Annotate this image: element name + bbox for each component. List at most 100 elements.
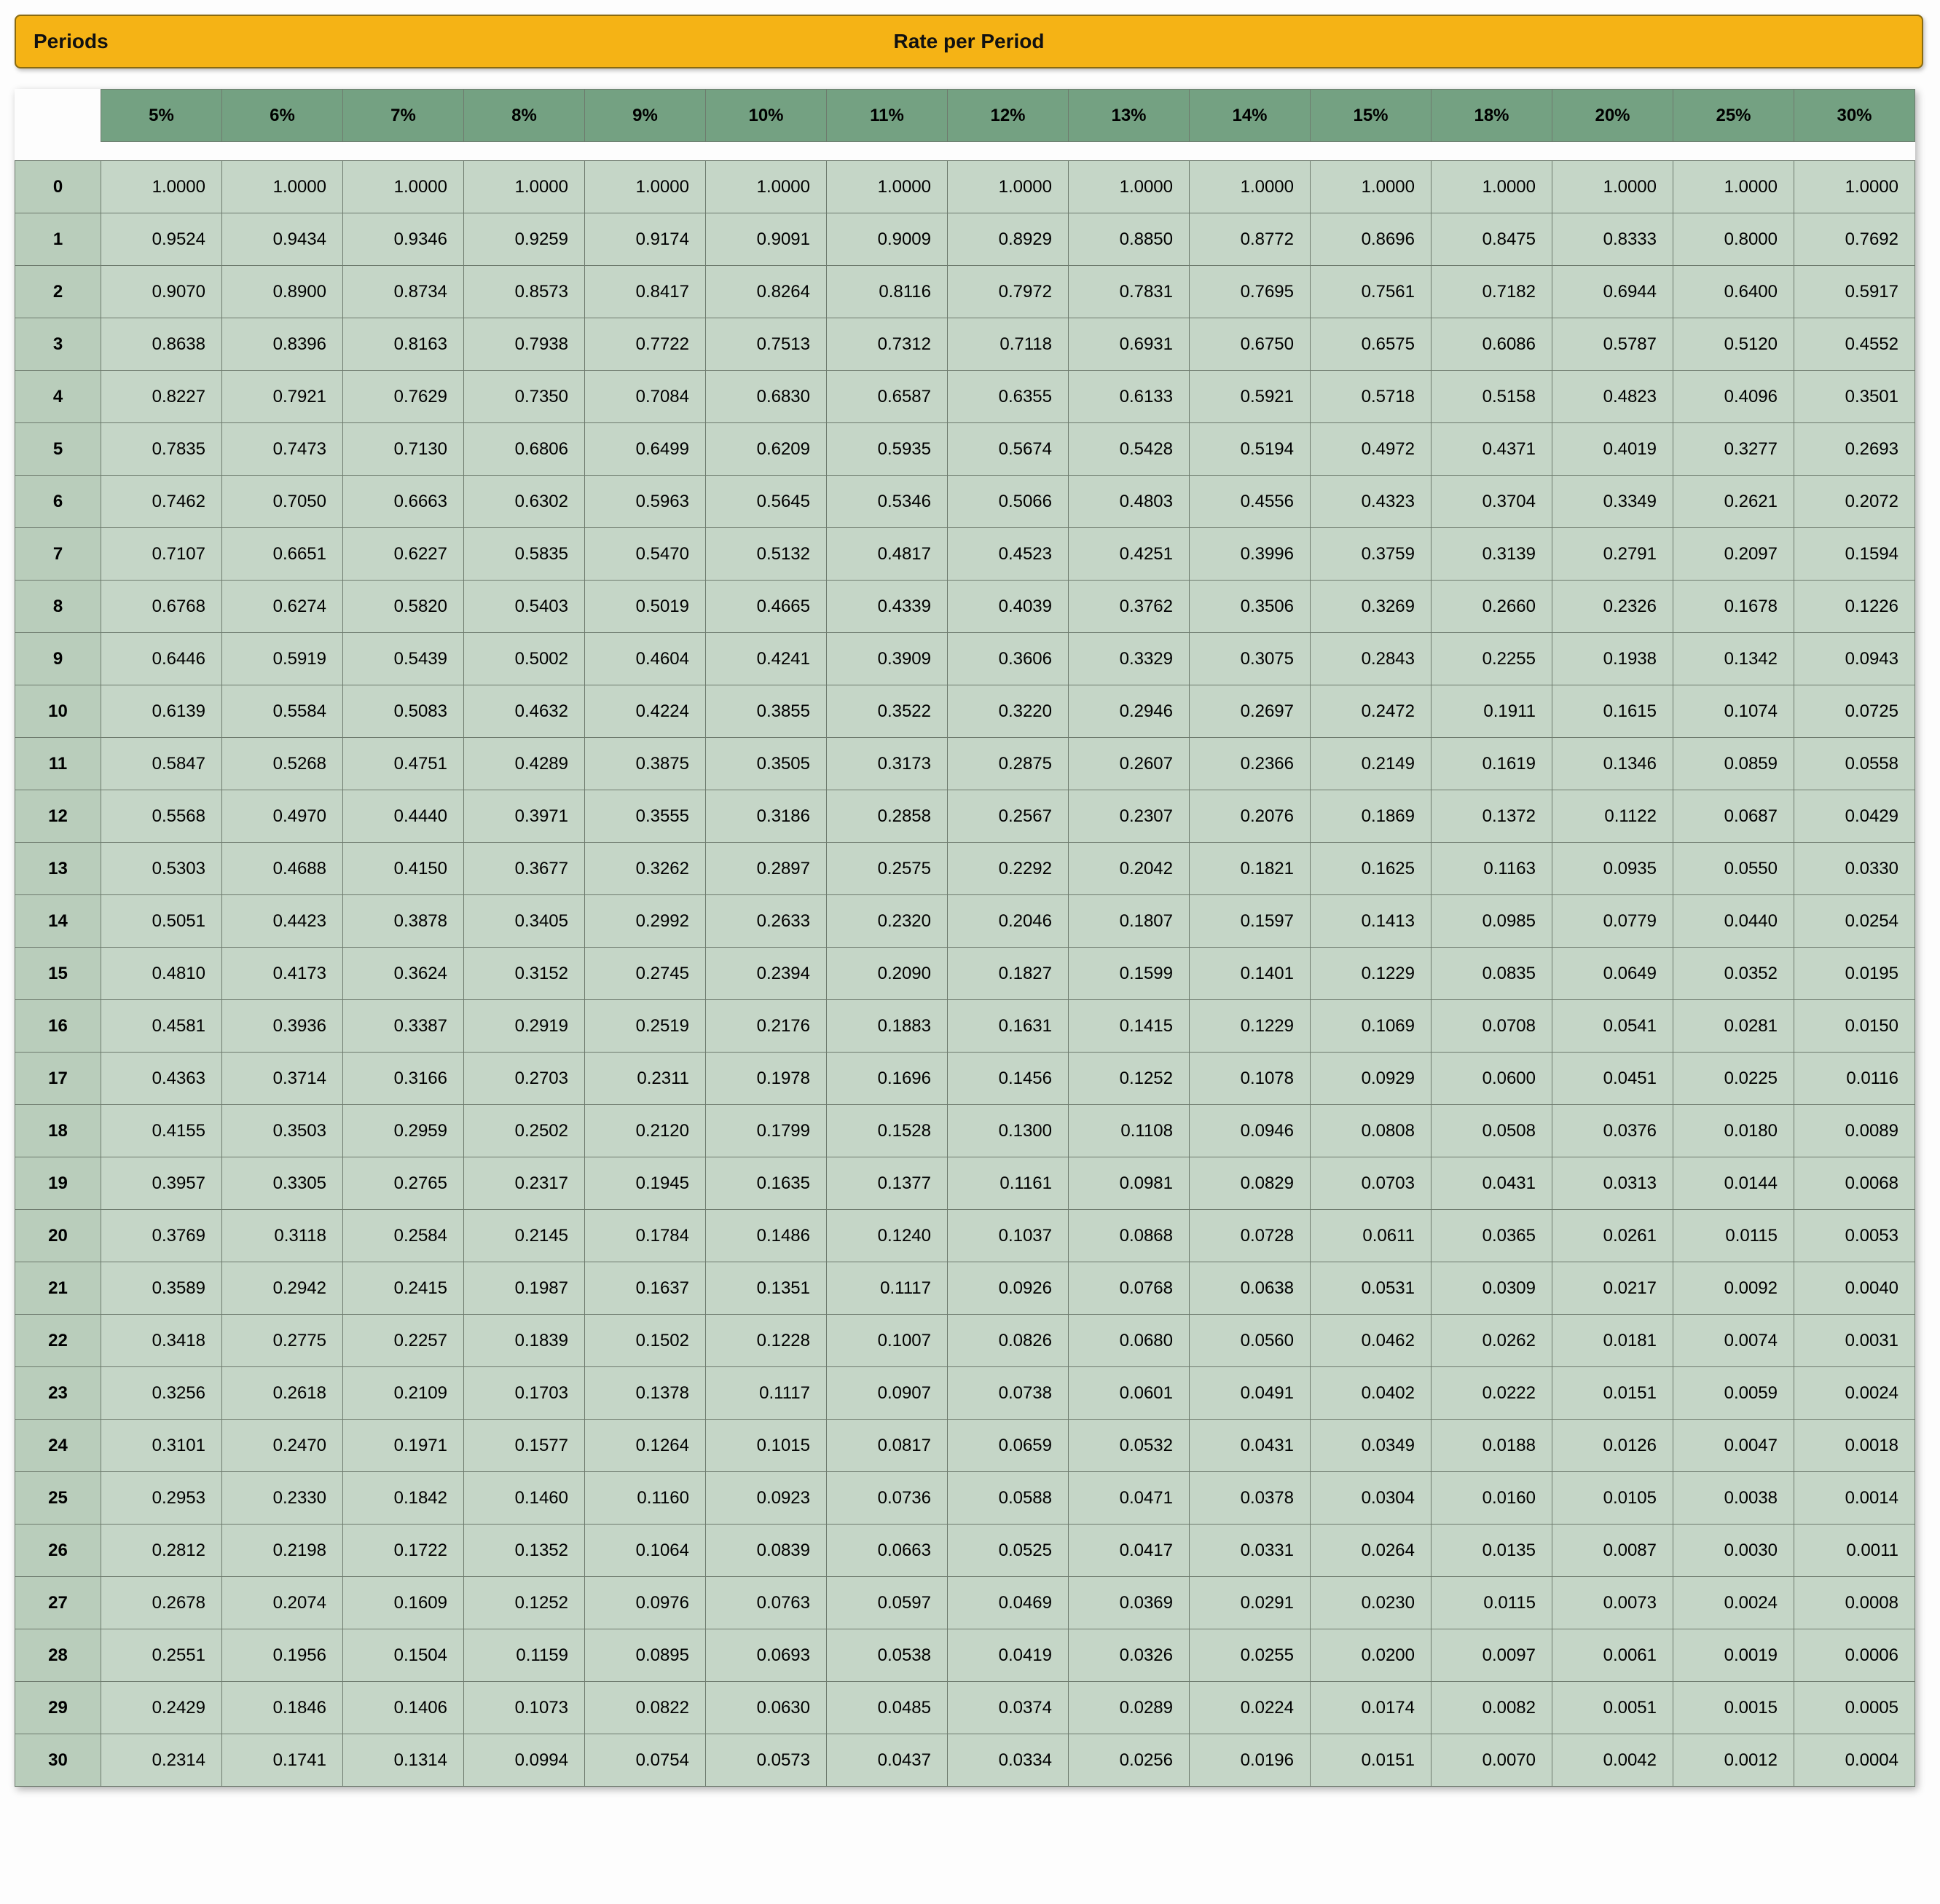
period-row-header: 20 <box>15 1210 101 1262</box>
table-cell: 0.2109 <box>343 1367 464 1420</box>
table-cell: 0.4688 <box>222 843 343 895</box>
table-cell: 0.0611 <box>1311 1210 1432 1262</box>
table-cell: 0.0051 <box>1552 1682 1673 1734</box>
table-cell: 0.0538 <box>827 1629 948 1682</box>
table-cell: 0.0451 <box>1552 1053 1673 1105</box>
table-cell: 0.5568 <box>101 790 222 843</box>
period-row-header: 17 <box>15 1053 101 1105</box>
table-cell: 0.8772 <box>1190 213 1311 266</box>
table-row: 70.71070.66510.62270.58350.54700.51320.4… <box>15 528 1915 581</box>
table-cell: 0.7118 <box>948 318 1069 371</box>
table-cell: 0.0073 <box>1552 1577 1673 1629</box>
table-cell: 0.6931 <box>1069 318 1190 371</box>
table-cell: 0.1599 <box>1069 948 1190 1000</box>
period-row-header: 3 <box>15 318 101 371</box>
table-cell: 0.4581 <box>101 1000 222 1053</box>
rate-column-header: 20% <box>1552 90 1673 142</box>
table-cell: 0.2875 <box>948 738 1069 790</box>
table-cell: 0.0334 <box>948 1734 1069 1787</box>
table-cell: 0.0440 <box>1673 895 1794 948</box>
table-cell: 0.1839 <box>464 1315 585 1367</box>
table-cell: 0.1987 <box>464 1262 585 1315</box>
table-cell: 0.1229 <box>1190 1000 1311 1053</box>
table-cell: 0.0374 <box>948 1682 1069 1734</box>
table-row: 60.74620.70500.66630.63020.59630.56450.5… <box>15 476 1915 528</box>
table-cell: 0.8573 <box>464 266 585 318</box>
table-cell: 0.0331 <box>1190 1525 1311 1577</box>
table-cell: 0.2791 <box>1552 528 1673 581</box>
table-row: 290.24290.18460.14060.10730.08220.06300.… <box>15 1682 1915 1734</box>
table-cell: 0.3957 <box>101 1157 222 1210</box>
table-cell: 0.5303 <box>101 843 222 895</box>
table-cell: 0.3118 <box>222 1210 343 1262</box>
table-cell: 0.1163 <box>1432 843 1552 895</box>
table-cell: 0.4817 <box>827 528 948 581</box>
rate-column-header: 10% <box>706 90 827 142</box>
period-row-header: 7 <box>15 528 101 581</box>
period-row-header: 2 <box>15 266 101 318</box>
table-cell: 0.0030 <box>1673 1525 1794 1577</box>
table-cell: 0.4970 <box>222 790 343 843</box>
table-cell: 0.1078 <box>1190 1053 1311 1105</box>
table-cell: 0.1074 <box>1673 685 1794 738</box>
table-cell: 0.2551 <box>101 1629 222 1682</box>
table-cell: 0.3704 <box>1432 476 1552 528</box>
table-cell: 0.1415 <box>1069 1000 1190 1053</box>
table-cell: 0.0736 <box>827 1472 948 1525</box>
table-cell: 0.5158 <box>1432 371 1552 423</box>
table-cell: 0.3875 <box>585 738 706 790</box>
table-cell: 0.0082 <box>1432 1682 1552 1734</box>
period-row-header: 15 <box>15 948 101 1000</box>
table-cell: 0.0264 <box>1311 1525 1432 1577</box>
table-cell: 0.1037 <box>948 1210 1069 1262</box>
table-cell: 0.6768 <box>101 581 222 633</box>
table-cell: 0.0053 <box>1794 1210 1915 1262</box>
table-cell: 0.6587 <box>827 371 948 423</box>
table-cell: 0.5120 <box>1673 318 1794 371</box>
table-cell: 0.4363 <box>101 1053 222 1105</box>
table-cell: 0.8900 <box>222 266 343 318</box>
table-cell: 0.2858 <box>827 790 948 843</box>
table-cell: 0.0174 <box>1311 1682 1432 1734</box>
table-cell: 0.5403 <box>464 581 585 633</box>
table-row: 150.48100.41730.36240.31520.27450.23940.… <box>15 948 1915 1000</box>
table-cell: 0.7695 <box>1190 266 1311 318</box>
table-cell: 0.5083 <box>343 685 464 738</box>
table-cell: 0.1597 <box>1190 895 1311 948</box>
table-cell: 0.4823 <box>1552 371 1673 423</box>
period-row-header: 16 <box>15 1000 101 1053</box>
table-cell: 0.0200 <box>1311 1629 1432 1682</box>
pv-factor-table: 5%6%7%8%9%10%11%12%13%14%15%18%20%25%30%… <box>15 89 1915 1787</box>
table-cell: 0.0693 <box>706 1629 827 1682</box>
table-cell: 0.3186 <box>706 790 827 843</box>
table-cell: 0.0429 <box>1794 790 1915 843</box>
table-cell: 0.9009 <box>827 213 948 266</box>
table-cell: 0.1372 <box>1432 790 1552 843</box>
table-cell: 0.4224 <box>585 685 706 738</box>
table-cell: 0.0431 <box>1432 1157 1552 1210</box>
table-cell: 0.0217 <box>1552 1262 1673 1315</box>
table-row: 230.32560.26180.21090.17030.13780.11170.… <box>15 1367 1915 1420</box>
table-cell: 0.2697 <box>1190 685 1311 738</box>
table-cell: 1.0000 <box>1432 161 1552 213</box>
table-cell: 0.2074 <box>222 1577 343 1629</box>
table-row: 270.26780.20740.16090.12520.09760.07630.… <box>15 1577 1915 1629</box>
table-cell: 0.2072 <box>1794 476 1915 528</box>
table-cell: 0.0151 <box>1311 1734 1432 1787</box>
table-cell: 0.4972 <box>1311 423 1432 476</box>
table-cell: 0.0330 <box>1794 843 1915 895</box>
table-cell: 0.0092 <box>1673 1262 1794 1315</box>
table-cell: 0.2292 <box>948 843 1069 895</box>
table-cell: 0.0195 <box>1794 948 1915 1000</box>
table-cell: 0.3878 <box>343 895 464 948</box>
table-cell: 0.0835 <box>1432 948 1552 1000</box>
table-cell: 0.3277 <box>1673 423 1794 476</box>
table-cell: 0.1064 <box>585 1525 706 1577</box>
table-cell: 0.1161 <box>948 1157 1069 1210</box>
rate-column-header: 11% <box>827 90 948 142</box>
table-row: 160.45810.39360.33870.29190.25190.21760.… <box>15 1000 1915 1053</box>
table-cell: 0.0014 <box>1794 1472 1915 1525</box>
table-cell: 0.0012 <box>1673 1734 1794 1787</box>
table-cell: 0.9259 <box>464 213 585 266</box>
table-cell: 0.0754 <box>585 1734 706 1787</box>
